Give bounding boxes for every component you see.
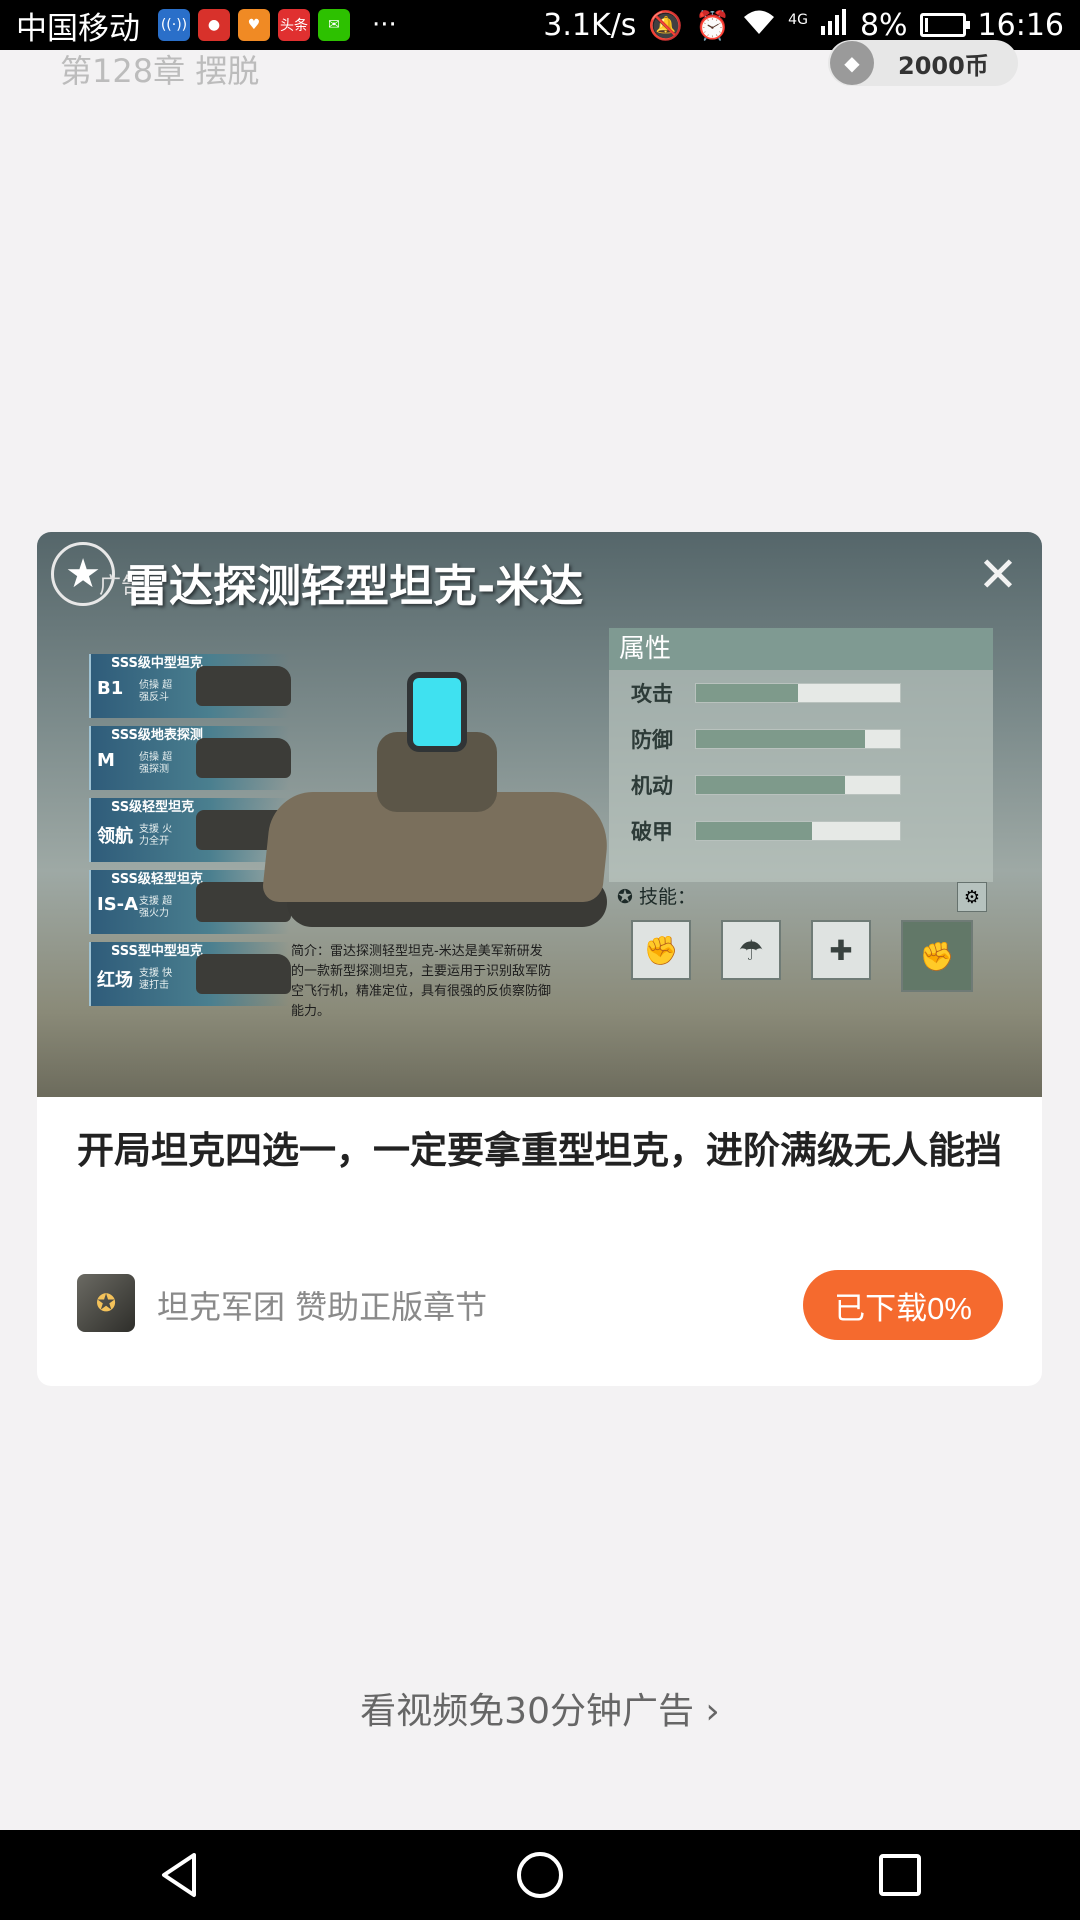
tank-name: SSS级地表探测 [111,728,203,743]
tank-code: B1 [97,678,124,699]
close-icon[interactable]: ✕ [971,547,1025,603]
alarm-icon: ⏰ [695,8,731,42]
tank-name: SSS级中型坦克 [111,656,203,671]
wechat-app-icon: ✉ [318,9,350,41]
toutiao-app-icon: 头条 [278,9,310,41]
attribute-fill [696,822,813,840]
watch-video-remove-ads-link[interactable]: 看视频免30分钟广告 › [0,1682,1080,1734]
repair-skill-icon: ✚ [811,920,871,980]
attribute-title: 属性 [609,628,993,670]
ad-card[interactable]: ★ 广告 雷达探测轻型坦克-米达 ✕ SSS级中型坦克 B1 侦操 超强反斗 SSS级… [37,532,1042,1386]
wifi-icon [742,8,776,43]
attribute-bar [695,683,901,703]
gear-icon: ⚙ [957,882,987,912]
skill-icons: ✊ ☂ ✚ ✊ [631,920,991,992]
attribute-label: 破甲 [631,820,673,844]
attribute-label: 防御 [631,728,673,752]
navigation-bar [0,1830,1080,1920]
tank-role: 侦操 超强探测 [139,752,173,775]
tank-code: 红场 [97,970,133,991]
attribute-fill [696,776,845,794]
download-button[interactable]: 已下载0% [803,1270,1003,1340]
home-icon[interactable] [510,1845,570,1905]
cellular-signal-icon [820,8,848,43]
tank-app-icon: ✪ [77,1274,135,1332]
attribute-row: 机动 [609,762,993,808]
net-speed: 3.1K/s [543,7,637,43]
attribute-row: 破甲 [609,808,993,854]
attribute-label: 机动 [631,774,673,798]
tank-role: 支援 超强火力 [139,896,173,919]
tank-role: 支援 快速打击 [139,968,173,991]
attribute-bar [695,729,901,749]
attribute-row: 防御 [609,716,993,762]
network-type: 4G [788,11,808,28]
fist-skill-icon: ✊ [631,920,691,980]
tank-role: 支援 火力全开 [139,824,173,847]
tank-code: M [97,750,115,771]
tank-role: 侦操 超强反斗 [139,680,173,703]
parachute-skill-icon: ☂ [721,920,781,980]
coin-icon: ◆ [830,41,874,85]
chapter-title: 第128章 摆脱 [60,52,260,90]
ad-image-title: 雷达探测轻型坦克-米达 [125,561,584,612]
tank-code: 领航 [97,826,133,847]
attribute-row: 攻击 [609,670,993,716]
skill-label: ✪ 技能： [617,886,696,908]
coin-balance[interactable]: ◆ 2000币 [828,40,1018,86]
power-skill-icon: ✊ [901,920,973,992]
attribute-fill [696,730,866,748]
back-icon[interactable] [150,1845,210,1905]
ad-headline[interactable]: 开局坦克四选一，一定要拿重型坦克，进阶满级无人能挡 [77,1122,1007,1180]
tank-name: SS级轻型坦克 [111,800,195,815]
attribute-panel: 属性 攻击防御机动破甲 [609,628,993,882]
attribute-fill [696,684,798,702]
tank-code: IS-A [97,894,139,915]
red-app-icon: ● [198,9,230,41]
tank-intro: 简介：雷达探测轻型坦克-米达是美军新研发的一款新型探测坦克，主要运用于识别敌军防… [291,944,552,1019]
signal-app-icon: ((·)) [158,9,190,41]
clock: 16:16 [977,7,1064,43]
battery-icon [919,13,970,37]
ad-sponsor: 坦克军团 赞助正版章节 [157,1288,488,1326]
more-notifications-icon: ··· [372,10,397,40]
mute-icon: 🔕 [648,8,684,42]
attribute-label: 攻击 [631,682,673,706]
tank-name: SSS型中型坦克 [111,944,203,959]
carrier-name: 中国移动 [16,10,140,47]
tank-thumbnail [196,954,291,994]
orange-app-icon: ♥ [238,9,270,41]
attribute-bar [695,821,901,841]
attribute-bar [695,775,901,795]
battery-percent: 8% [859,7,908,43]
ad-banner-image[interactable]: ★ 广告 雷达探测轻型坦克-米达 ✕ SSS级中型坦克 B1 侦操 超强反斗 SSS级… [37,532,1042,1097]
notification-icons: ((·)) ● ♥ 头条 ✉ [158,9,358,41]
recent-apps-icon[interactable] [870,1845,930,1905]
radar-tank-illustration [257,672,627,952]
tank-name: SSS级轻型坦克 [111,872,203,887]
coin-amount: 2000币 [898,51,989,80]
